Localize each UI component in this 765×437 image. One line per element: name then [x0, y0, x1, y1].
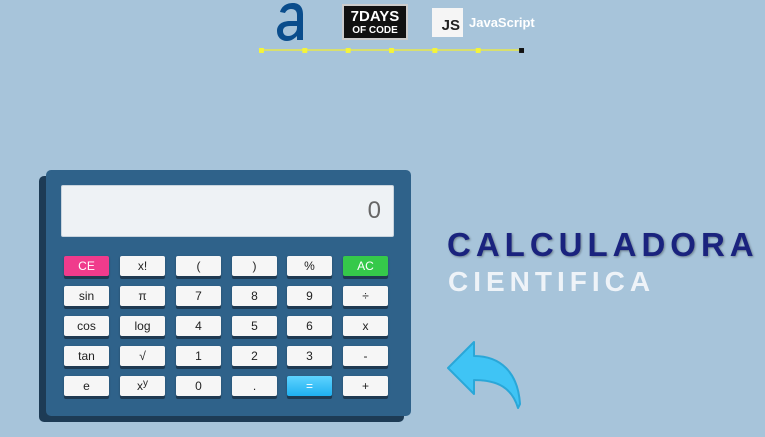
key-btn-29[interactable]: + — [343, 376, 388, 396]
key-label: sin — [78, 289, 95, 303]
alura-logo-icon — [277, 3, 303, 41]
key-label: % — [304, 259, 315, 273]
key-label: 3 — [306, 349, 313, 363]
key-label: √ — [139, 349, 146, 363]
key-label: . — [252, 379, 257, 393]
key-label: 2 — [251, 349, 258, 363]
key-btn-18[interactable]: tan — [64, 346, 109, 366]
seven-days-of-code-logo: 7DAYS OF CODE — [342, 4, 408, 40]
key-btn-3[interactable]: ) — [232, 256, 277, 276]
key-label: = — [305, 379, 313, 393]
progress-dot — [389, 48, 394, 53]
key-ac-5[interactable]: AC — [343, 256, 388, 276]
key-btn-8[interactable]: 7 — [176, 286, 221, 306]
key-btn-1[interactable]: x! — [120, 256, 165, 276]
back-arrow-icon[interactable] — [444, 338, 524, 410]
key-btn-19[interactable]: √ — [120, 346, 165, 366]
key-btn-25[interactable]: xy — [120, 376, 165, 396]
key-label: - — [363, 349, 368, 363]
key-label: x! — [137, 259, 148, 273]
key-label: ( — [196, 259, 201, 273]
logo-7days-line2: OF CODE — [352, 25, 398, 36]
key-label: AC — [357, 259, 374, 273]
progress-dot — [432, 48, 438, 53]
progress-dot — [345, 48, 351, 53]
key-btn-7[interactable]: π — [120, 286, 165, 306]
key-btn-16[interactable]: 6 — [287, 316, 332, 336]
key-label: 6 — [306, 319, 313, 333]
key-btn-15[interactable]: 5 — [232, 316, 277, 336]
key-label: 4 — [195, 319, 202, 333]
key-label: 7 — [195, 289, 202, 303]
key-btn-23[interactable]: - — [343, 346, 388, 366]
key-btn-20[interactable]: 1 — [176, 346, 221, 366]
key-btn-22[interactable]: 3 — [287, 346, 332, 366]
key-label: log — [134, 319, 151, 333]
key-label: e — [83, 379, 90, 393]
key-btn-6[interactable]: sin — [64, 286, 109, 306]
key-btn-27[interactable]: . — [232, 376, 277, 396]
progress-track — [259, 48, 525, 53]
key-label: 0 — [195, 379, 202, 393]
key-btn-21[interactable]: 2 — [232, 346, 277, 366]
key-btn-17[interactable]: x — [343, 316, 388, 336]
key-label: ÷ — [362, 289, 369, 303]
logo-7days-line1: 7DAYS — [350, 8, 400, 25]
calculator: 0 CE x! ()% AC sin π 7 8 9 ÷ cos log 4 5 6 x tan √ 1 2 3 - e x y… — [46, 170, 411, 416]
key-label: x — [362, 319, 369, 333]
key-btn-2[interactable]: ( — [176, 256, 221, 276]
key-label: 1 — [195, 349, 202, 363]
key-superscript: y — [143, 377, 148, 389]
javascript-label: JavaScript — [469, 15, 535, 30]
key-label: tan — [78, 349, 95, 363]
key-btn-26[interactable]: 0 — [176, 376, 221, 396]
page-title: CALCULADORA — [447, 226, 759, 263]
key-btn-11[interactable]: ÷ — [343, 286, 388, 306]
js-logo-icon: JS — [432, 8, 463, 37]
progress-dot — [519, 48, 525, 53]
key-label: ) — [252, 259, 257, 273]
key-btn-13[interactable]: log — [120, 316, 165, 336]
key-btn-14[interactable]: 4 — [176, 316, 221, 336]
calculator-display: 0 — [61, 185, 394, 237]
key-label: π — [138, 289, 147, 303]
page-subtitle: CIENTIFICA — [448, 266, 656, 297]
key-label: cos — [77, 319, 96, 333]
progress-dot — [302, 48, 308, 53]
key-btn-10[interactable]: 9 — [287, 286, 332, 306]
key-label: 8 — [251, 289, 258, 303]
progress-dot — [259, 48, 264, 53]
key-btn-9[interactable]: 8 — [232, 286, 277, 306]
key-btn-12[interactable]: cos — [64, 316, 109, 336]
key-eq-28[interactable]: = — [287, 376, 332, 396]
key-label: + — [361, 379, 369, 393]
key-label: CE — [78, 259, 95, 273]
key-label: 9 — [306, 289, 313, 303]
key-btn-24[interactable]: e — [64, 376, 109, 396]
key-ce-0[interactable]: CE — [64, 256, 109, 276]
progress-dot — [475, 48, 481, 53]
key-label: 5 — [251, 319, 258, 333]
key-btn-4[interactable]: % — [287, 256, 332, 276]
